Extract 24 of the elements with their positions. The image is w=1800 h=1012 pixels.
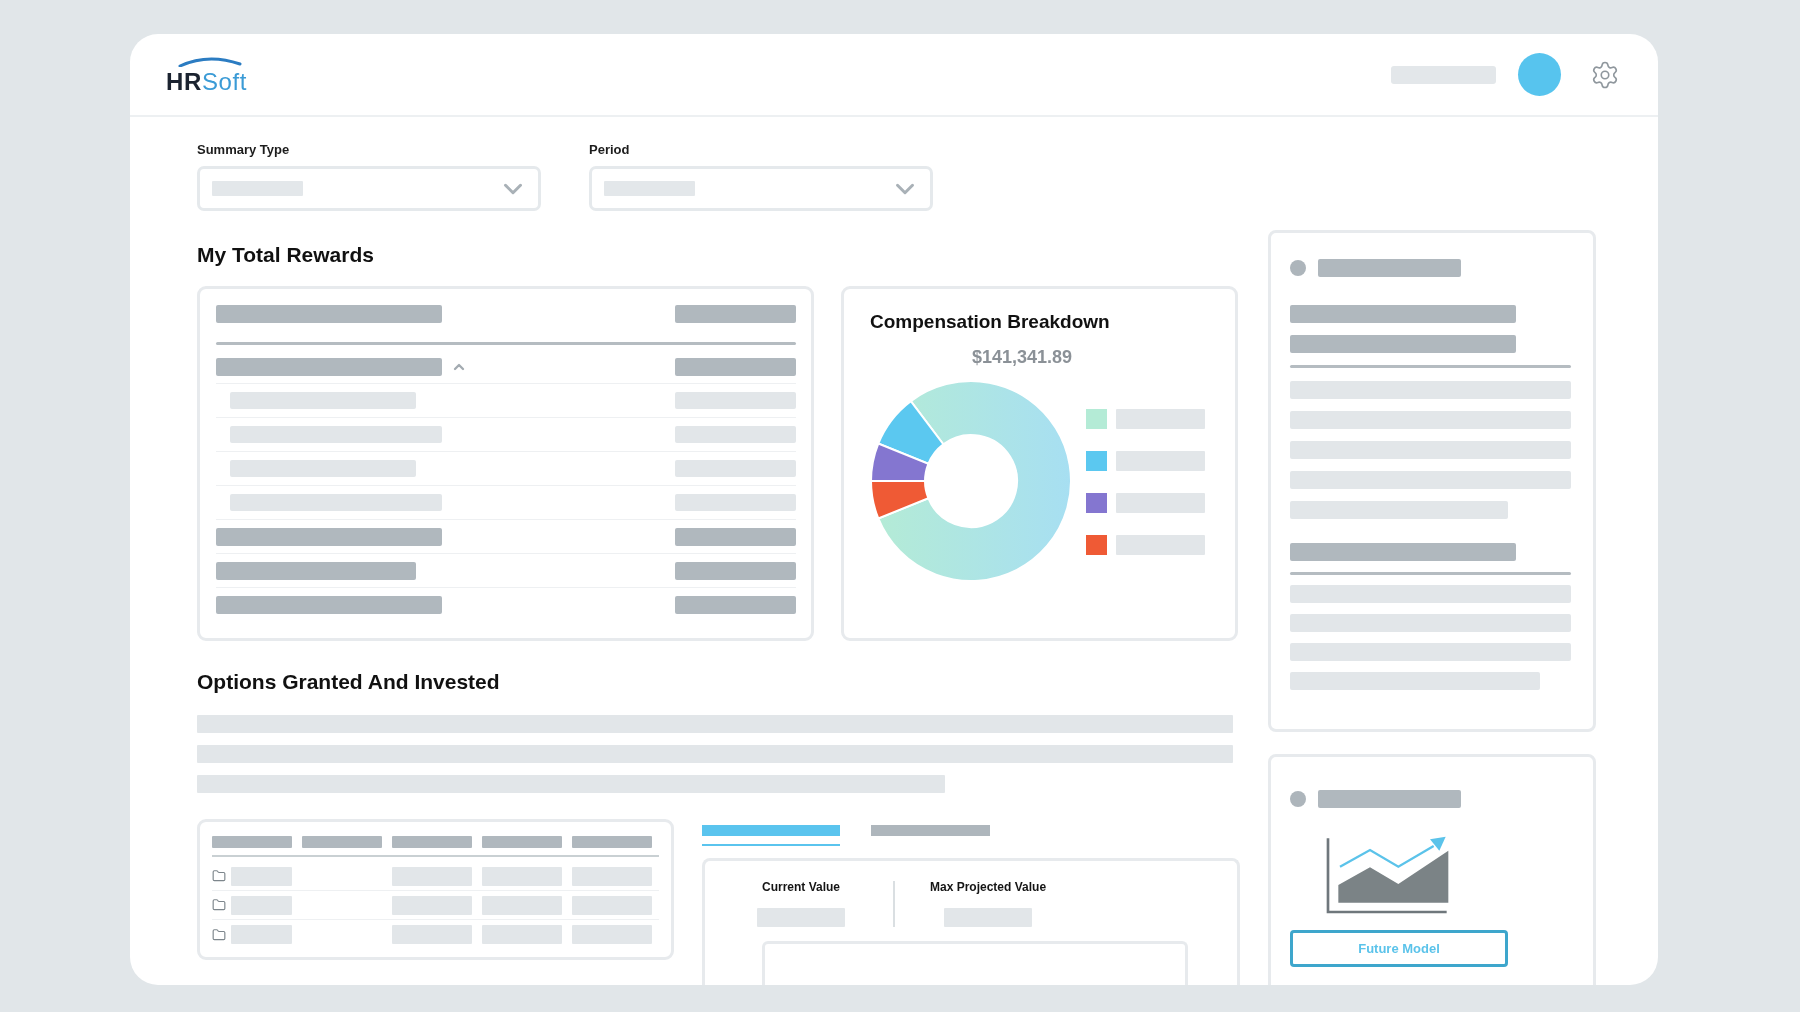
folder-icon[interactable] <box>212 927 226 942</box>
total-amount: $141,341.89 <box>972 346 1074 368</box>
section-title: Options Granted And Invested <box>197 669 501 695</box>
value-label: Max Projected Value <box>930 879 1047 895</box>
skeleton-bar <box>231 895 292 915</box>
section-title: My Total Rewards <box>197 242 375 268</box>
logo: HRSoft <box>166 55 247 94</box>
dropdown[interactable] <box>589 166 933 211</box>
skeleton-bar <box>231 925 292 944</box>
field-label: Period <box>589 142 631 158</box>
dropdown[interactable] <box>197 166 541 211</box>
dot-icon <box>1290 260 1306 276</box>
settings-icon[interactable] <box>1590 59 1620 90</box>
dot-icon <box>1290 791 1306 807</box>
card-title: Compensation Breakdown <box>870 310 1111 334</box>
folder-icon[interactable] <box>212 898 226 912</box>
folder-icon[interactable] <box>212 869 226 883</box>
future-model-button[interactable]: Future Model <box>1290 930 1508 967</box>
avatar[interactable] <box>1518 53 1561 96</box>
value-label: Current Value <box>762 879 840 895</box>
area-chart-icon <box>1325 835 1450 915</box>
skeleton-bar <box>231 866 292 886</box>
field-label: Summary Type <box>197 142 291 158</box>
tab[interactable] <box>702 825 840 846</box>
